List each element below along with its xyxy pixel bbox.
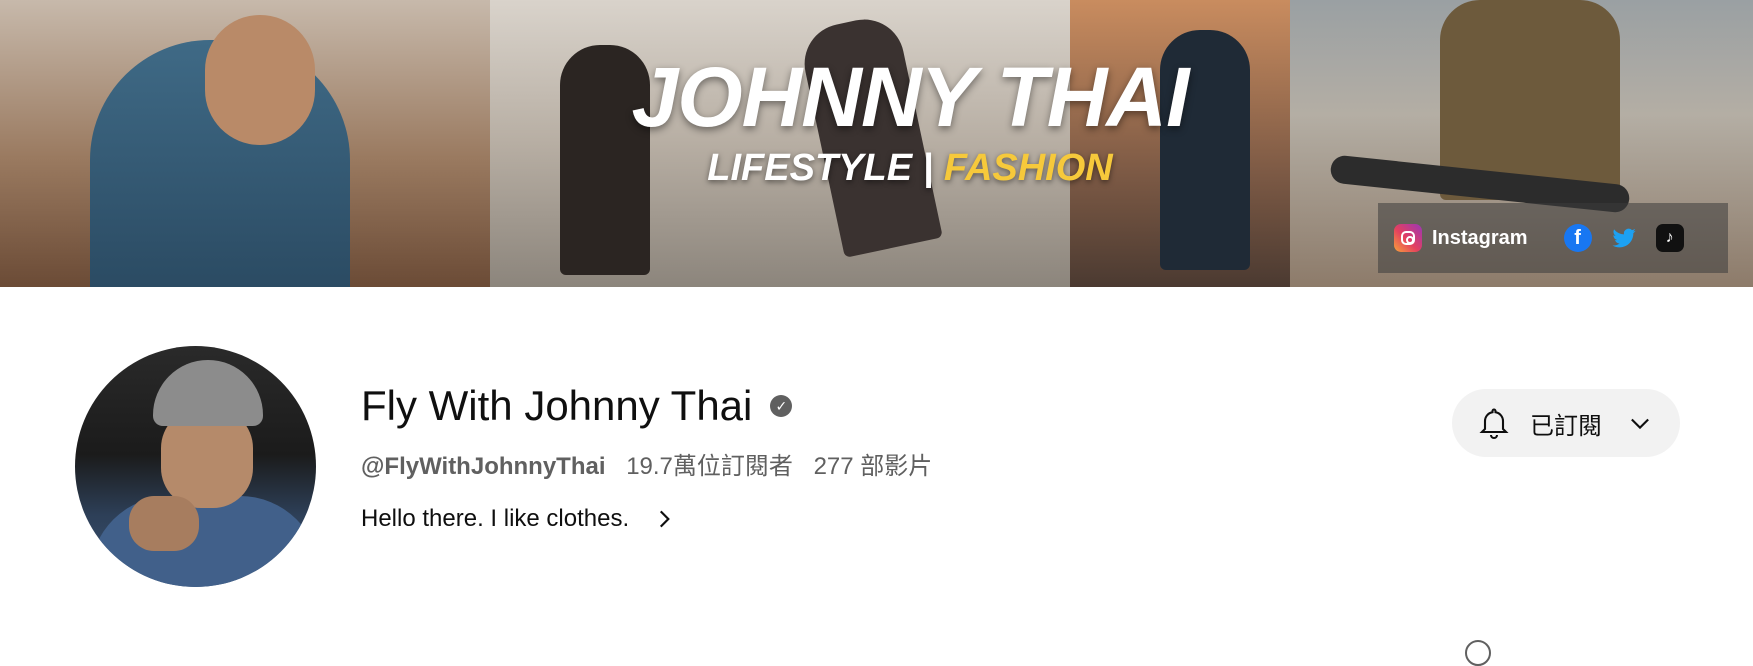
instagram-icon (1394, 224, 1422, 252)
channel-description-text: Hello there. I like clothes. (361, 505, 630, 532)
banner-title: JOHNNY THAI (631, 50, 1190, 144)
twitter-link[interactable] (1610, 224, 1656, 252)
chevron-right-icon (651, 506, 677, 532)
channel-description[interactable]: Hello there. I like clothes. (361, 505, 677, 533)
video-count: 277 部影片 (813, 453, 933, 480)
twitter-icon (1610, 224, 1638, 252)
banner-figure-head (205, 15, 315, 145)
facebook-icon: f (1563, 224, 1592, 252)
banner-tagline-separator: | (922, 147, 934, 189)
banner-tagline: LIFESTYLE | FASHION (600, 147, 1220, 190)
instagram-link-label: Instagram (1432, 226, 1528, 249)
banner-links: Instagram f ♪ (1378, 203, 1728, 273)
subscribed-button[interactable]: 已訂閱 (1452, 389, 1680, 457)
banner-title-block: JOHNNY THAI LIFESTYLE | FASHION (600, 55, 1220, 190)
subscribed-label: 已訂閱 (1530, 412, 1602, 440)
channel-avatar[interactable] (75, 346, 316, 587)
verified-check-icon: ✓ (770, 395, 793, 417)
facebook-link[interactable]: f (1563, 224, 1610, 252)
banner-tagline-lifestyle: LIFESTYLE (707, 147, 913, 189)
info-icon (1465, 640, 1491, 666)
tiktok-icon: ♪ (1655, 224, 1684, 252)
subscriber-count: 19.7萬位訂閱者 (626, 453, 793, 480)
chevron-down-icon (1626, 409, 1654, 437)
channel-banner: JOHNNY THAI LIFESTYLE | FASHION Instagra… (0, 0, 1753, 287)
channel-meta: @FlyWithJohnnyThai 19.7萬位訂閱者 277 部影片 (361, 446, 932, 481)
channel-name-text: Fly With Johnny Thai (361, 382, 753, 429)
channel-name: Fly With Johnny Thai ✓ (361, 382, 793, 430)
banner-tagline-fashion: FASHION (943, 147, 1113, 189)
bell-icon (1476, 405, 1512, 441)
channel-handle: @FlyWithJohnnyThai (361, 453, 606, 480)
instagram-link[interactable]: Instagram (1394, 224, 1528, 252)
tiktok-link[interactable]: ♪ (1655, 224, 1684, 252)
